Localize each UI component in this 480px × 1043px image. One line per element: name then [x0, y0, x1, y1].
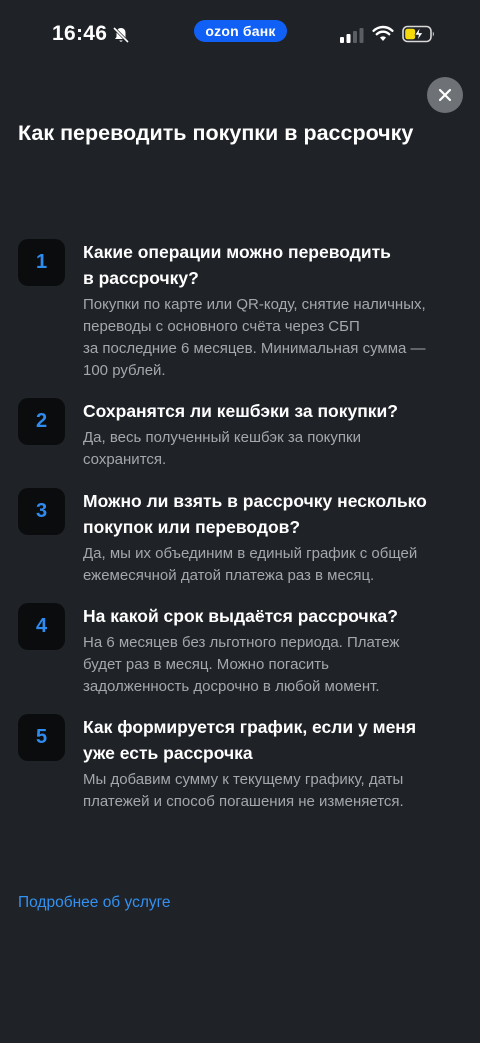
- faq-question: Какие операции можно переводить в рассро…: [83, 239, 468, 291]
- signal-icon: [340, 28, 364, 43]
- faq-answer: Покупки по карте или QR-коду, снятие нал…: [83, 294, 468, 382]
- faq-answer-line: платежей и способ погашения не изменяетс…: [83, 793, 404, 810]
- status-time: 16:46: [52, 22, 108, 45]
- faq-answer-line: будет раз в месяц. Можно погасить: [83, 656, 329, 673]
- faq-number-badge: 1: [18, 239, 65, 286]
- faq-answer: На 6 месяцев без льготного периода. Плат…: [83, 632, 468, 698]
- faq-answer-line: Покупки по карте или QR-коду, снятие нал…: [83, 296, 426, 313]
- faq-number-badge: 2: [18, 398, 65, 445]
- bell-off-icon: [112, 26, 130, 44]
- faq-question-line: На какой срок выдаётся рассрочка?: [83, 606, 398, 626]
- faq-answer-line: задолженность досрочно в любой момент.: [83, 678, 380, 695]
- faq-question-line: Можно ли взять в рассрочку несколько: [83, 491, 427, 511]
- faq-question-line: уже есть рассрочка: [83, 743, 253, 763]
- faq-text: Какие операции можно переводить в рассро…: [83, 239, 468, 382]
- faq-answer-line: переводы с основного счёта через СБП: [83, 318, 360, 335]
- faq-answer-line: Да, весь полученный кешбэк за покупки: [83, 429, 361, 446]
- faq-text: Как формируется график, если у меня уже …: [83, 714, 468, 813]
- faq-answer-line: ежемесячной датой платежа раз в месяц.: [83, 567, 375, 584]
- faq-question-line: Какие операции можно переводить: [83, 242, 391, 262]
- carrier-badge: ozon банк: [194, 20, 287, 42]
- faq-question: Можно ли взять в рассрочку несколько пок…: [83, 488, 468, 540]
- battery-charging-icon: [402, 25, 434, 43]
- faq-answer-line: 100 рублей.: [83, 362, 166, 379]
- faq-answer: Да, весь полученный кешбэк за покупки со…: [83, 427, 468, 471]
- faq-number-badge: 4: [18, 603, 65, 650]
- faq-question-line: Сохранятся ли кешбэки за покупки?: [83, 401, 398, 421]
- faq-text: Сохранятся ли кешбэки за покупки? Да, ве…: [83, 398, 468, 471]
- more-info-link[interactable]: Подробнее об услуге: [18, 894, 171, 912]
- wifi-icon: [372, 25, 394, 41]
- faq-answer-line: На 6 месяцев без льготного периода. Плат…: [83, 634, 400, 651]
- faq-number-badge: 3: [18, 488, 65, 535]
- faq-answer: Да, мы их объединим в единый график с об…: [83, 543, 468, 587]
- faq-number-badge: 5: [18, 714, 65, 761]
- faq-question-line: Как формируется график, если у меня: [83, 717, 417, 737]
- page-title: Как переводить покупки в рассрочку: [18, 121, 414, 145]
- faq-text: Можно ли взять в рассрочку несколько пок…: [83, 488, 468, 587]
- faq-question-line: в рассрочку?: [83, 268, 199, 288]
- faq-answer-line: за последние 6 месяцев. Минимальная сумм…: [83, 340, 426, 357]
- status-bar: 16:46 ozon банк: [0, 0, 480, 70]
- faq-answer-line: сохранится.: [83, 451, 167, 468]
- faq-answer: Мы добавим сумму к текущему графику, дат…: [83, 769, 468, 813]
- faq-question: Как формируется график, если у меня уже …: [83, 714, 468, 766]
- faq-question: На какой срок выдаётся рассрочка?: [83, 603, 468, 629]
- close-icon: [438, 88, 452, 102]
- faq-text: На какой срок выдаётся рассрочка? На 6 м…: [83, 603, 468, 698]
- faq-answer-line: Да, мы их объединим в единый график с об…: [83, 545, 418, 562]
- close-button[interactable]: [427, 77, 463, 113]
- faq-question-line: покупок или переводов?: [83, 517, 301, 537]
- faq-question: Сохранятся ли кешбэки за покупки?: [83, 398, 468, 424]
- faq-answer-line: Мы добавим сумму к текущему графику, дат…: [83, 771, 404, 788]
